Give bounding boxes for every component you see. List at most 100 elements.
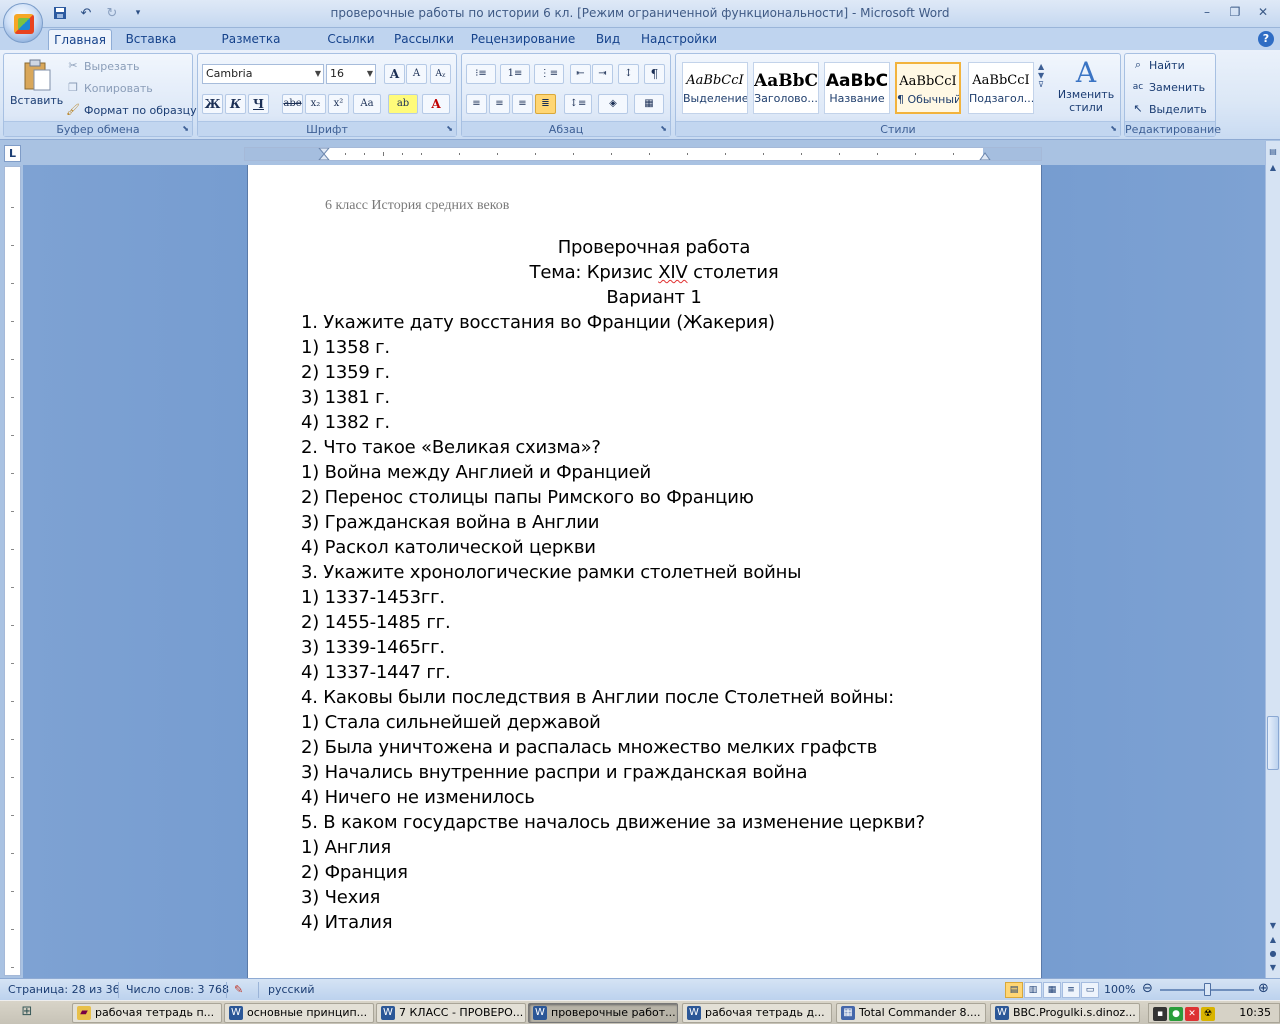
web-layout-icon[interactable]: ▦ xyxy=(1043,982,1061,998)
document-area[interactable]: 6 класс История средних веков Проверочна… xyxy=(23,165,1265,978)
shrink-font-button[interactable]: A xyxy=(406,64,427,84)
zoom-slider-thumb[interactable] xyxy=(1204,983,1211,996)
bold-button[interactable]: Ж xyxy=(202,94,223,114)
justify-icon[interactable]: ≣ xyxy=(535,94,556,114)
browse-object-icon[interactable]: ● xyxy=(1267,947,1279,961)
tab-insert[interactable]: Вставка xyxy=(120,29,182,50)
maximize-button[interactable]: ❐ xyxy=(1222,2,1248,22)
replace-button[interactable]: ac Заменить xyxy=(1131,80,1205,94)
italic-button[interactable]: К xyxy=(225,94,246,114)
styles-scroll[interactable]: ▲ ▼ ⊽ xyxy=(1038,62,1044,89)
chevron-up-icon[interactable]: ▲ xyxy=(1038,62,1044,71)
more-styles-icon[interactable]: ⊽ xyxy=(1038,80,1044,89)
print-layout-icon[interactable]: ▤ xyxy=(1005,982,1023,998)
cut-button[interactable]: ✂ Вырезать xyxy=(66,59,139,73)
bullets-icon[interactable]: ⁝≡ xyxy=(466,64,496,84)
font-color-icon[interactable]: A xyxy=(422,94,450,114)
save-icon[interactable] xyxy=(50,4,70,22)
start-button[interactable]: ⊞ xyxy=(16,1004,38,1022)
numbering-icon[interactable]: 1≡ xyxy=(500,64,530,84)
copy-button[interactable]: ❐ Копировать xyxy=(66,81,153,95)
zoom-out-icon[interactable]: ⊖ xyxy=(1142,981,1153,996)
tab-home[interactable]: Главная xyxy=(48,29,112,50)
clock[interactable]: 10:35 xyxy=(1239,1006,1271,1019)
style-emphasis[interactable]: AaBbCcI Выделение xyxy=(682,62,748,114)
office-button[interactable] xyxy=(3,3,43,43)
strikethrough-button[interactable]: abe xyxy=(282,94,303,114)
clear-format-icon[interactable]: Aᵪ xyxy=(430,64,451,84)
taskbar-item[interactable]: Wосновные принцип... xyxy=(224,1003,374,1023)
vertical-scrollbar[interactable]: ▤ ▲ ▼ ▲ ● ▼ xyxy=(1265,141,1280,978)
scroll-down-icon[interactable]: ▼ xyxy=(1267,919,1279,933)
paste-button[interactable]: Вставить xyxy=(10,58,63,107)
highlight-icon[interactable]: ab xyxy=(388,94,418,114)
page-count[interactable]: Страница: 28 из 36 xyxy=(8,983,120,996)
tab-page-layout[interactable]: Разметка страницы xyxy=(190,29,312,66)
dialog-launcher-icon[interactable]: ⬊ xyxy=(660,124,667,133)
zoom-in-icon[interactable]: ⊕ xyxy=(1258,981,1269,996)
borders-icon[interactable]: ▦ xyxy=(634,94,664,114)
document-page[interactable]: 6 класс История средних веков Проверочна… xyxy=(247,165,1042,978)
superscript-button[interactable]: x² xyxy=(328,94,349,114)
grow-font-button[interactable]: A xyxy=(384,64,405,84)
taskbar-item[interactable]: W 7 КЛАСС - ПРОВЕРО... xyxy=(376,1003,526,1023)
find-button[interactable]: ⌕ Найти xyxy=(1131,58,1185,72)
font-size-combo[interactable]: 16 ▼ xyxy=(326,64,376,84)
dialog-launcher-icon[interactable]: ⬊ xyxy=(182,124,189,133)
taskbar-item[interactable]: ▦ Total Commander 8.... xyxy=(836,1003,986,1023)
style-normal[interactable]: AaBbCcI ¶ Обычный xyxy=(895,62,961,114)
tab-references[interactable]: Ссылки xyxy=(322,29,380,50)
taskbar-item[interactable]: W BBC.Progulki.s.dinoz... xyxy=(990,1003,1140,1023)
minimize-button[interactable]: – xyxy=(1194,2,1220,22)
outline-icon[interactable]: ≡ xyxy=(1062,982,1080,998)
decrease-indent-icon[interactable]: ⇤ xyxy=(570,64,591,84)
increase-indent-icon[interactable]: ⇥ xyxy=(592,64,613,84)
align-right-icon[interactable]: ≡ xyxy=(512,94,533,114)
dialog-launcher-icon[interactable]: ⬊ xyxy=(1110,124,1117,133)
network-icon[interactable]: ▪ xyxy=(1153,1007,1167,1021)
align-center-icon[interactable]: ≡ xyxy=(489,94,510,114)
tab-view[interactable]: Вид xyxy=(588,29,628,50)
underline-button[interactable]: Ч xyxy=(248,94,269,114)
subscript-button[interactable]: x₂ xyxy=(305,94,326,114)
change-case-button[interactable]: Aa xyxy=(353,94,381,114)
change-styles-button[interactable]: A Изменить стили xyxy=(1056,58,1116,115)
redo-icon[interactable]: ↻ xyxy=(102,4,122,22)
multilevel-list-icon[interactable]: ⋮≡ xyxy=(534,64,564,84)
next-page-icon[interactable]: ▼ xyxy=(1267,961,1279,975)
ruler-toggle-icon[interactable]: ▤ xyxy=(1267,145,1279,159)
previous-page-icon[interactable]: ▲ xyxy=(1267,933,1279,947)
close-button[interactable]: ✕ xyxy=(1250,2,1276,22)
tab-addins[interactable]: Надстройки xyxy=(638,29,720,50)
taskbar-item-active[interactable]: Wпроверочные работ... xyxy=(528,1003,678,1023)
zoom-level[interactable]: 100% xyxy=(1104,983,1135,996)
select-button[interactable]: ↖ Выделить xyxy=(1131,102,1206,116)
shading-icon[interactable]: ◈ xyxy=(598,94,628,114)
tab-selector-icon[interactable]: L xyxy=(4,145,21,162)
line-spacing-icon[interactable]: ↕≡ xyxy=(564,94,592,114)
font-name-combo[interactable]: Cambria ▼ xyxy=(202,64,324,84)
style-subtitle[interactable]: AaBbCcI Подзагол... xyxy=(968,62,1034,114)
language-indicator[interactable]: русский xyxy=(268,983,315,996)
warning-icon[interactable]: ☢ xyxy=(1201,1007,1215,1021)
sort-icon[interactable]: ↕ xyxy=(618,64,639,84)
vertical-ruler[interactable] xyxy=(4,166,21,976)
help-icon[interactable]: ? xyxy=(1258,31,1274,47)
tab-mailings[interactable]: Рассылки xyxy=(390,29,458,50)
scrollbar-thumb[interactable] xyxy=(1267,716,1279,770)
scroll-up-icon[interactable]: ▲ xyxy=(1267,161,1279,175)
antivirus-icon[interactable]: ● xyxy=(1169,1007,1183,1021)
full-screen-reading-icon[interactable]: ▥ xyxy=(1024,982,1042,998)
undo-icon[interactable]: ↶ xyxy=(76,4,96,22)
tab-review[interactable]: Рецензирование xyxy=(468,29,578,50)
style-title[interactable]: AaBbC Название xyxy=(824,62,890,114)
customize-icon[interactable]: ▾ xyxy=(128,4,148,22)
show-marks-icon[interactable]: ¶ xyxy=(644,64,665,84)
word-count[interactable]: Число слов: 3 768 xyxy=(126,983,229,996)
dialog-launcher-icon[interactable]: ⬊ xyxy=(446,124,453,133)
proofing-icon[interactable]: ✎ xyxy=(234,983,243,996)
horizontal-ruler[interactable] xyxy=(244,147,1042,161)
chevron-down-icon[interactable]: ▼ xyxy=(1038,71,1044,80)
draft-icon[interactable]: ▭ xyxy=(1081,982,1099,998)
style-heading[interactable]: AaBbC Заголово... xyxy=(753,62,819,114)
